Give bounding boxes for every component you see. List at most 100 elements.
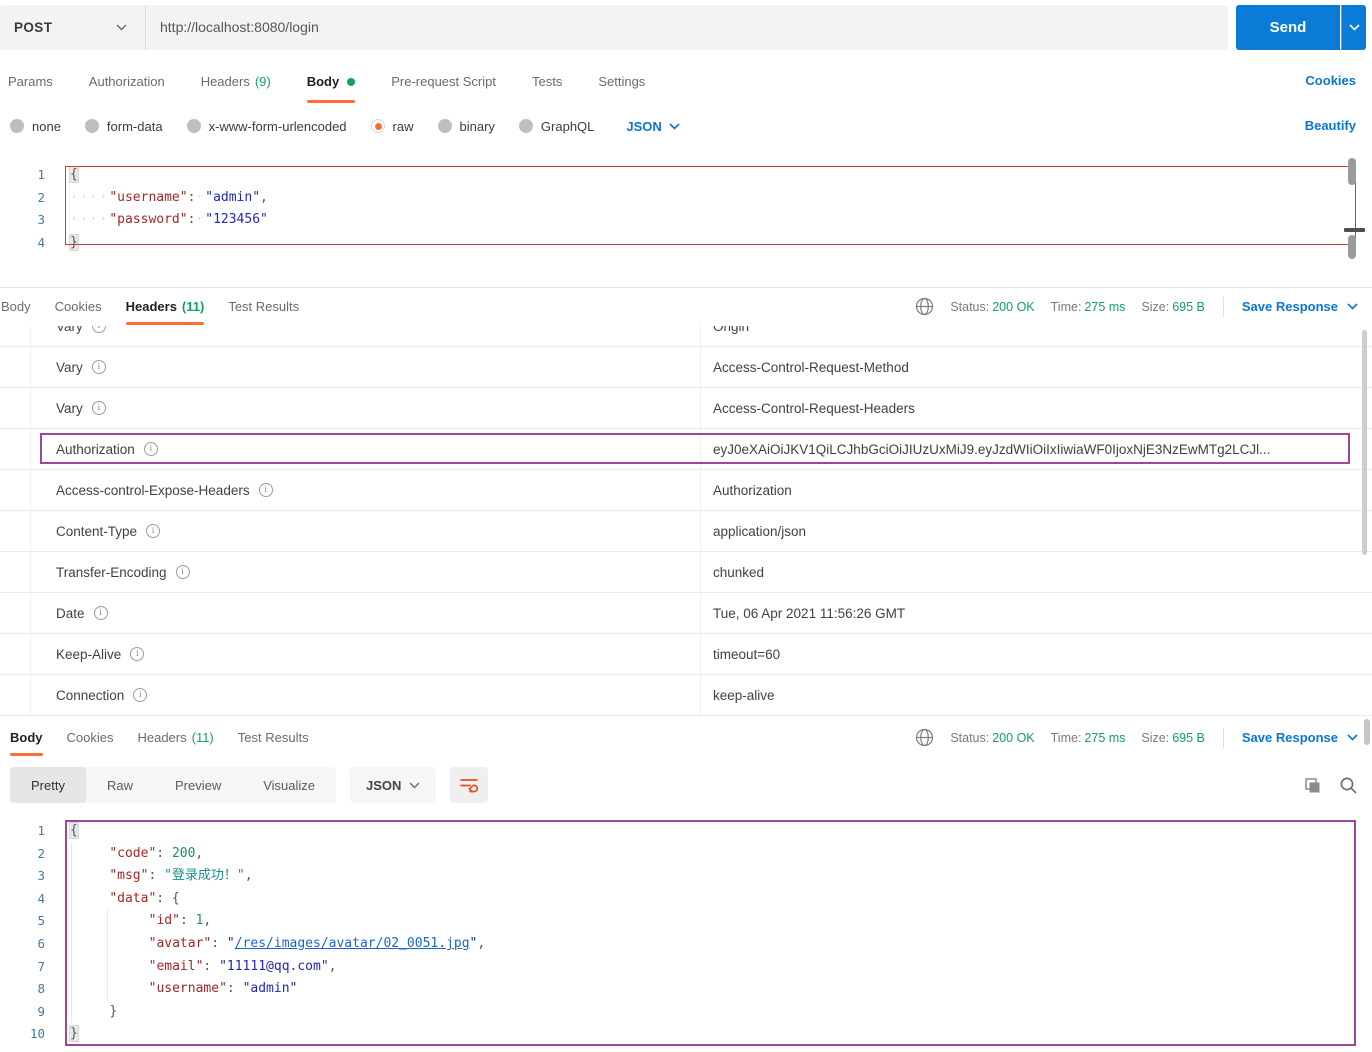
info-icon[interactable]: i bbox=[91, 401, 106, 415]
header-key-text: Vary bbox=[56, 326, 83, 334]
line-number: 4 bbox=[37, 890, 45, 906]
code-token: , bbox=[328, 958, 337, 974]
request-tab-headers[interactable]: Headers (9) bbox=[201, 60, 271, 103]
body-mode-graphql[interactable]: GraphQL bbox=[518, 119, 594, 134]
code-content: "id": 1, bbox=[45, 910, 212, 933]
body-pane-scrollbar-thumb[interactable] bbox=[1364, 719, 1370, 745]
chevron-down-icon[interactable] bbox=[1347, 303, 1358, 310]
body-mode-binary[interactable]: binary bbox=[437, 118, 495, 134]
request-editor-scrollbar-thumb-2[interactable] bbox=[1348, 235, 1356, 259]
request-editor-scrollbar-thumb[interactable] bbox=[1348, 158, 1356, 185]
code-token: "code" bbox=[109, 845, 157, 861]
header-value-cell: application/json bbox=[713, 523, 807, 539]
beautify-link[interactable]: Beautify bbox=[1305, 118, 1356, 133]
request-url-bar: POST http://localhost:8080/login bbox=[0, 5, 1228, 50]
cookies-link[interactable]: Cookies bbox=[1305, 73, 1356, 88]
url-input[interactable]: http://localhost:8080/login bbox=[146, 19, 319, 37]
code-content: "email": "11111@qq.com", bbox=[45, 956, 337, 979]
indent-guide bbox=[71, 842, 72, 1023]
code-token: : bbox=[156, 845, 172, 861]
request-tab-tests[interactable]: Tests bbox=[532, 60, 562, 103]
header-value-cell: Access-Control-Request-Headers bbox=[713, 400, 915, 416]
code-token: , bbox=[195, 845, 204, 861]
code-token: "123456" bbox=[205, 212, 268, 228]
method-selector[interactable]: POST bbox=[0, 5, 146, 50]
headers-pane-tab-headers[interactable]: Headers (11) bbox=[125, 288, 204, 325]
body-pane-tab-body[interactable]: Body bbox=[10, 719, 43, 756]
request-tab-params[interactable]: Params bbox=[8, 60, 53, 103]
chevron-down-icon bbox=[409, 781, 420, 789]
headers-pane-tab-test-results[interactable]: Test Results bbox=[228, 288, 299, 325]
info-icon[interactable]: i bbox=[146, 524, 161, 538]
response-body-viewer[interactable]: 1{2 "code": 200, 3 "msg": "登录成功！", 4 "data… bbox=[0, 810, 1372, 1052]
info-icon[interactable]: i bbox=[143, 442, 158, 456]
line-number: 5 bbox=[37, 913, 45, 929]
header-value-cell: Access-Control-Request-Method bbox=[713, 359, 909, 375]
chevron-down-icon[interactable] bbox=[1347, 734, 1358, 741]
request-tab-authorization[interactable]: Authorization bbox=[89, 60, 165, 103]
avatar-link[interactable]: /res/images/avatar/02_0051.jpg bbox=[235, 936, 470, 951]
body-mode-form-data[interactable]: form-data bbox=[84, 119, 163, 134]
view-mode-pretty[interactable]: Pretty bbox=[10, 767, 86, 803]
info-icon[interactable]: i bbox=[175, 565, 190, 579]
code-token: } bbox=[69, 233, 79, 251]
view-mode-raw[interactable]: Raw bbox=[86, 767, 154, 803]
response-language-select[interactable]: JSON bbox=[350, 767, 437, 803]
info-icon[interactable]: i bbox=[91, 360, 106, 374]
request-body-editor[interactable]: 1{2 ····"username":·"admin", 3 ····"passwor… bbox=[0, 152, 1372, 287]
copy-icon[interactable] bbox=[1303, 776, 1322, 795]
header-key-cell: Connection i bbox=[0, 688, 700, 703]
headers-pane-tab-body[interactable]: Body bbox=[1, 288, 31, 325]
size-value: 695 B bbox=[1172, 299, 1205, 314]
body-pane-tab-test-results[interactable]: Test Results bbox=[238, 719, 309, 756]
body-pane-tab-headers[interactable]: Headers (11) bbox=[137, 719, 213, 756]
info-icon[interactable]: i bbox=[258, 483, 273, 497]
view-mode-preview[interactable]: Preview bbox=[154, 767, 242, 803]
code-content: ····"password":·"123456" bbox=[45, 209, 268, 232]
headers-pane-tab-cookies[interactable]: Cookies bbox=[55, 288, 102, 325]
header-key-text: Connection bbox=[56, 687, 125, 703]
body-mode-label: binary bbox=[459, 118, 495, 134]
line-number: 6 bbox=[37, 935, 45, 951]
request-tab-pre-request-script[interactable]: Pre-request Script bbox=[391, 60, 496, 103]
time-label: Time: bbox=[1050, 299, 1082, 314]
code-line: 8 "username": "admin" bbox=[0, 978, 1372, 1001]
request-tab-body[interactable]: Body bbox=[306, 60, 356, 103]
body-mode-label: x-www-form-urlencoded bbox=[208, 118, 347, 134]
pane-resize-handle[interactable] bbox=[1344, 228, 1365, 232]
indent-guide bbox=[107, 910, 108, 1001]
header-key-cell: Date i bbox=[0, 606, 700, 621]
view-mode-visualize[interactable]: Visualize bbox=[242, 767, 336, 803]
headers-scrollbar-thumb[interactable] bbox=[1362, 330, 1367, 555]
info-icon[interactable]: i bbox=[133, 688, 148, 702]
code-token: : bbox=[211, 935, 227, 951]
body-pane-tab-cookies[interactable]: Cookies bbox=[67, 719, 114, 756]
radio-x-www-form-urlencoded-icon bbox=[186, 119, 201, 133]
body-mode-x-www-form-urlencoded[interactable]: x-www-form-urlencoded bbox=[186, 118, 347, 134]
code-content: } bbox=[45, 232, 79, 255]
search-icon[interactable] bbox=[1339, 776, 1358, 795]
info-icon[interactable]: i bbox=[93, 606, 108, 620]
code-content: ····"username":·"admin", bbox=[45, 187, 268, 210]
code-content: } bbox=[45, 1023, 79, 1046]
line-number: 10 bbox=[29, 1026, 45, 1042]
header-value-cell: eyJ0eXAiOiJKV1QiLCJhbGciOiJIUzUxMiJ9.eyJ… bbox=[713, 441, 1271, 457]
globe-icon[interactable] bbox=[915, 728, 934, 747]
line-number: 8 bbox=[37, 981, 45, 997]
request-tab-settings[interactable]: Settings bbox=[598, 60, 645, 103]
body-mode-raw[interactable]: raw bbox=[370, 119, 414, 134]
response-meta: Status: 200 OK Time: 275 ms Size: 695 B Sav… bbox=[915, 719, 1358, 756]
response-language-label: JSON bbox=[366, 777, 402, 793]
raw-language-select[interactable]: JSON bbox=[626, 119, 680, 134]
header-row: Transfer-Encoding i chunked bbox=[0, 552, 1372, 593]
globe-icon[interactable] bbox=[915, 297, 934, 316]
wrap-text-button[interactable] bbox=[450, 767, 489, 803]
body-mode-none[interactable]: none bbox=[10, 119, 61, 134]
save-response-button[interactable]: Save Response bbox=[1242, 730, 1338, 745]
send-options-button[interactable] bbox=[1341, 5, 1366, 50]
info-icon[interactable]: i bbox=[130, 647, 145, 661]
send-button[interactable]: Send bbox=[1236, 5, 1340, 50]
info-icon[interactable]: i bbox=[91, 326, 106, 333]
save-response-button[interactable]: Save Response bbox=[1242, 299, 1338, 314]
